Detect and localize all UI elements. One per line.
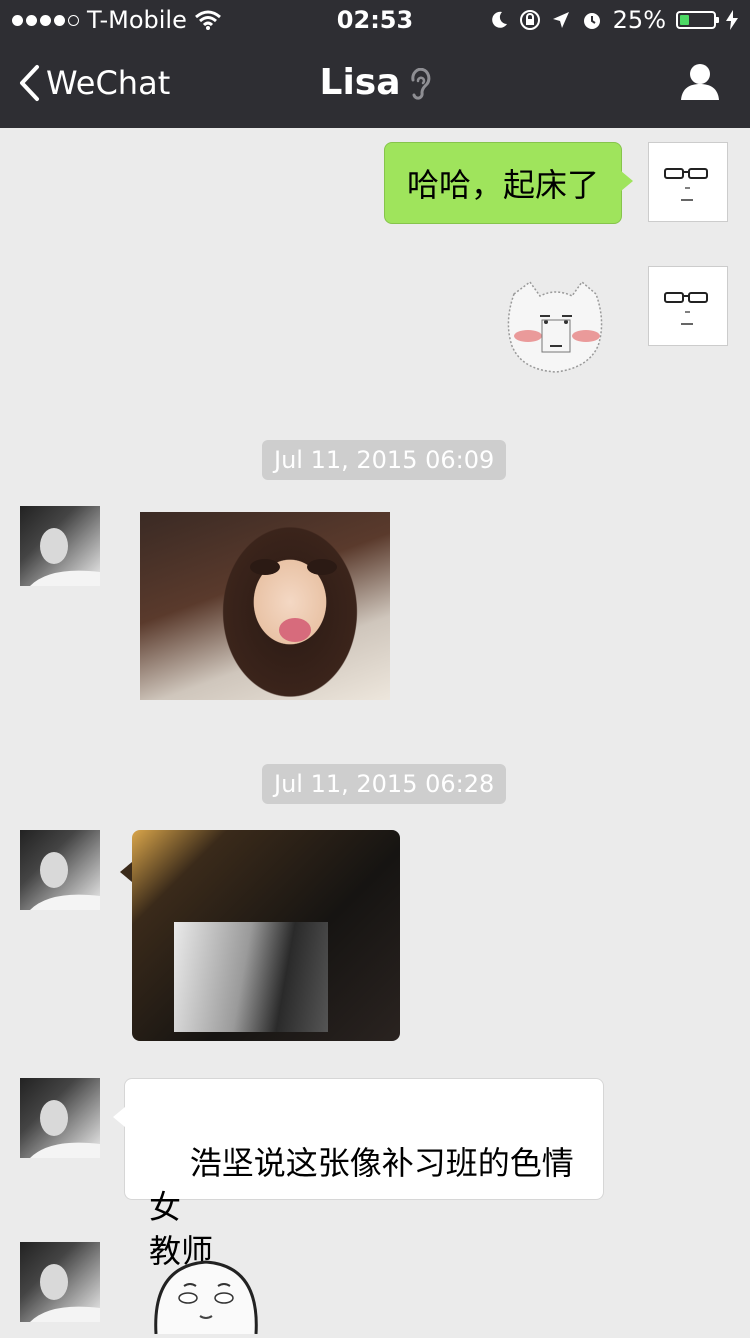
status-bar: T-Mobile 02:53 25% <box>0 0 750 40</box>
charging-bolt-icon <box>726 10 738 30</box>
message-bubble-received[interactable]: 浩坚说这张像补习班的色情女 教师 <box>113 1078 604 1270</box>
message-text: 浩坚说这张像补习班的色情女 教师 <box>149 1144 574 1270</box>
location-arrow-icon <box>552 12 569 28</box>
my-avatar[interactable] <box>648 266 728 346</box>
message-text: 哈哈，起床了 <box>407 166 600 204</box>
sticker-image <box>507 280 603 373</box>
lisa-avatar[interactable] <box>20 830 100 910</box>
nav-bar: WeChat Lisa <box>0 40 750 128</box>
lisa-avatar[interactable] <box>20 1242 100 1322</box>
portrait-photo-avatar <box>30 1100 100 1158</box>
my-avatar[interactable] <box>648 142 728 222</box>
rolling-eyes-face-sticker[interactable] <box>148 1256 264 1338</box>
camera-screen-image <box>174 922 328 1032</box>
glasses-face-sketch-avatar <box>664 168 708 201</box>
portrait-photo-avatar <box>30 1264 100 1322</box>
status-right: 25% <box>489 6 738 34</box>
blushing-cat-face-sticker[interactable] <box>500 272 612 386</box>
ear-icon <box>410 68 430 100</box>
rotation-lock-icon <box>519 10 540 30</box>
glasses-face-sketch-avatar <box>664 292 708 325</box>
message-bubble-sent[interactable]: 哈哈，起床了 <box>384 142 633 224</box>
timestamp-divider: Jul 11, 2015 06:28 <box>262 764 507 804</box>
battery-icon <box>676 11 719 29</box>
lisa-avatar[interactable] <box>20 1078 100 1158</box>
portrait-photo-avatar <box>30 852 100 910</box>
little-girl-kissing-face-photo[interactable] <box>140 512 390 700</box>
portrait-photo-avatar <box>30 528 100 586</box>
chat-title: Lisa <box>0 62 750 103</box>
contact-icon <box>681 64 719 100</box>
photo-detail <box>250 559 337 642</box>
moon-icon <box>491 11 507 28</box>
sticker-image <box>154 1260 258 1335</box>
alarm-icon <box>583 13 600 29</box>
timestamp-divider: Jul 11, 2015 06:09 <box>262 440 507 480</box>
lisa-avatar[interactable] <box>20 506 100 586</box>
top-bar: T-Mobile 02:53 25% WeChat Lisa <box>0 0 750 128</box>
camera-lcd-screen-photo[interactable] <box>120 830 400 1041</box>
contact-info-button[interactable] <box>680 62 720 106</box>
battery-percent: 25% <box>612 6 666 34</box>
contact-name: Lisa <box>319 62 401 103</box>
